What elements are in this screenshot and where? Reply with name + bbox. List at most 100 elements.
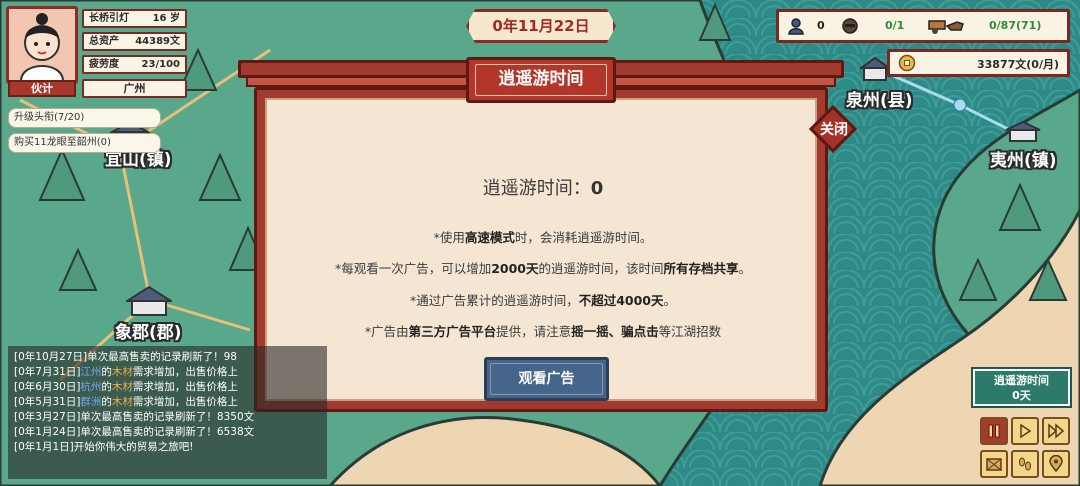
map-pin-icon [1049,455,1063,473]
rule-emphasis: 2000天 [491,261,539,276]
town-label-yizhou[interactable]: 夷州(镇) [990,146,1057,171]
log-date: [0年1月24日] [14,426,81,438]
log-place: 群洲 [80,396,102,408]
log-line: [0年1月24日]单次最高售卖的记录刷新了！6538文 [14,425,323,440]
log-line: [0年1月1日]开始你伟大的贸易之旅吧! [14,440,323,455]
game-date: 0年11月22日 [466,9,616,43]
footprints-icon [1019,457,1031,471]
log-date: [0年5月31日] [14,396,81,408]
rule-text: 提供，请注意 [496,324,572,339]
log-good: 木材 [111,366,133,378]
log-date: [0年3月27日] [14,411,81,423]
money-value: 33877文(0/月) [977,58,1059,71]
avatar [9,9,75,81]
player-panel: 伙计 长桥引灯 16 岁 总资产 44389文 疲劳度 23/100 广州 [6,6,188,98]
free-time-line: 逍遥游时间：0 [267,174,819,200]
close-label: 关闭 [820,122,848,138]
log-text: 需求增加，出售价格上 [132,366,238,378]
person-count: 0 [817,19,825,32]
pause-icon [988,424,1000,438]
resource-bar: 0 0/1 0/87(71) [776,9,1070,43]
free-time-label: 逍遥游时间： [482,178,591,199]
town-yizhou-icon[interactable] [1005,120,1041,142]
log-line: [0年10月27日]单次最高售卖的记录刷新了！98 [14,350,323,365]
bandit-icon [842,18,858,34]
rule-ad-cap: *通过广告累计的逍遥游时间，不超过4000天。 [267,290,819,309]
rule-text: *通过广告累计的逍遥游时间， [409,293,579,308]
stat-fatigue: 疲劳度 23/100 [82,55,187,74]
dialog-frame: 逍遥游时间：0 *使用高速模式时，会消耗逍遥游时间。 *每观看一次广告，可以增加… [254,87,828,412]
stat-assets-label: 总资产 [89,36,119,47]
free-time-badge-days: 0天 [1012,389,1031,402]
task-buy-longan[interactable]: 购买11龙眼至韶州(0) [8,133,161,153]
pause-button[interactable] [980,417,1008,445]
rule-text: *广告由 [364,324,409,339]
rule-emphasis: 不超过4000天 [578,293,664,308]
cargo-crate-icon [986,458,1002,471]
current-city[interactable]: 广州 [82,79,187,98]
role-badge: 伙计 [8,80,76,97]
rule-emphasis: 摇一摇、骗点击 [571,324,659,339]
rule-high-speed: *使用高速模式时，会消耗逍遥游时间。 [267,227,819,246]
log-date: [0年10月27日] [14,351,88,363]
free-time-dialog: 逍遥游时间：0 *使用高速模式时，会消耗逍遥游时间。 *每观看一次广告，可以增加… [238,57,844,416]
town-xiangjun-icon[interactable] [126,285,172,317]
dialog-title: 逍遥游时间 [466,57,616,103]
travel-button[interactable] [1011,450,1039,478]
rule-text: 的逍遥游时间，该时间 [538,261,664,276]
stat-fatigue-value: 23/100 [141,59,180,70]
rule-text: *每观看一次广告，可以增加 [334,261,492,276]
rule-text: 。 [738,261,752,276]
stat-assets: 总资产 44389文 [82,32,187,51]
rule-emphasis: 第三方广告平台 [408,324,497,339]
free-time-value: 0 [590,178,604,199]
horse-cart-icon [928,20,964,34]
money-bar: 33877文(0/月) [887,49,1070,77]
stat-age-label: 长桥引灯 [89,13,129,24]
person-icon [788,18,804,35]
log-text: 需求增加，出售价格上 [132,396,238,408]
log-line: [0年3月27日]单次最高售卖的记录刷新了！8350文 [14,410,323,425]
rule-text: 时，会消耗逍遥游时间。 [514,230,653,245]
town-label-xiangjun[interactable]: 象郡(郡) [115,318,182,343]
fast-forward-button[interactable] [1042,417,1070,445]
log-text: 单次最高售卖的记录刷新了！8350文 [80,411,255,423]
free-time-badge-title: 逍遥游时间 [994,374,1049,387]
close-button[interactable]: 关闭 [808,104,858,154]
log-text: 开始你伟大的贸易之旅吧! [73,441,194,453]
play-button[interactable] [1011,417,1039,445]
stat-assets-value: 44389文 [135,36,180,47]
cargo-button[interactable] [980,450,1008,478]
fast-forward-icon [1048,423,1065,439]
cart-count: 0/87(71) [989,19,1042,32]
log-line: [0年6月30日]杭州的木材需求增加，出售价格上 [14,381,238,393]
rule-text: *使用 [433,230,465,245]
log-date: [0年1月1日] [14,441,74,453]
log-text: 单次最高售卖的记录刷新了！6538文 [80,426,255,438]
bandit-count: 0/1 [885,19,905,32]
log-date: [0年7月31日] [14,366,81,378]
event-log[interactable]: [0年10月27日]单次最高售卖的记录刷新了！98 [0年7月31日]江州的木材… [8,346,327,479]
rule-text: 等江湖招数 [658,324,722,339]
player-portrait[interactable] [6,6,78,84]
rule-ad-reward: *每观看一次广告，可以增加2000天的逍遥游时间，该时间所有存档共享。 [267,258,819,277]
log-line: [0年7月31日]江州的木材需求增加，出售价格上 [14,366,238,378]
rule-text: 。 [663,293,677,308]
rule-emphasis: 所有存档共享 [663,261,739,276]
log-text: 单次最高售卖的记录刷新了！98 [87,351,237,363]
stat-fatigue-label: 疲劳度 [89,59,119,70]
log-text: 需求增加，出售价格上 [132,381,238,393]
coin-icon [898,54,916,72]
location-button[interactable] [1042,450,1070,478]
log-date: [0年6月30日] [14,381,81,393]
log-good: 木材 [111,381,133,393]
play-icon [1020,423,1032,439]
town-quanzhou-icon[interactable] [860,56,890,82]
log-place: 江州 [80,366,102,378]
dialog-content: 逍遥游时间：0 *使用高速模式时，会消耗逍遥游时间。 *每观看一次广告，可以增加… [265,98,817,401]
free-time-badge[interactable]: 逍遥游时间 0天 [971,367,1072,408]
watch-ad-button[interactable]: 观看广告 [484,357,609,401]
stat-age: 长桥引灯 16 岁 [82,9,187,28]
task-upgrade-title[interactable]: 升级头衔(7/20) [8,108,161,128]
rule-ad-warning: *广告由第三方广告平台提供，请注意摇一摇、骗点击等江湖招数 [267,321,819,340]
